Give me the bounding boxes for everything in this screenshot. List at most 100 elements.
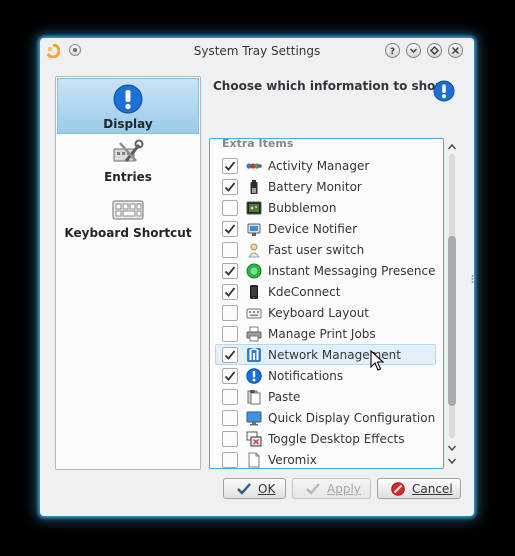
list-item[interactable]: Toggle Desktop Effects — [210, 429, 443, 450]
close-button[interactable] — [448, 43, 463, 58]
scroll-down-icon[interactable] — [447, 443, 457, 453]
maximize-button[interactable] — [427, 43, 442, 58]
checkmark-icon — [224, 182, 236, 192]
checkbox[interactable] — [222, 347, 238, 363]
list-item[interactable]: Activity Manager — [210, 156, 443, 177]
item-label: Fast user switch — [268, 243, 365, 257]
list-item[interactable]: Veromix — [210, 450, 443, 468]
presence-icon — [246, 263, 262, 279]
sidebar-item-display[interactable]: Display — [57, 78, 199, 134]
checkbox[interactable] — [222, 284, 238, 300]
checkbox[interactable] — [222, 452, 238, 468]
display-icon — [246, 411, 262, 426]
list-item[interactable]: Device Notifier — [210, 219, 443, 240]
checkbox[interactable] — [222, 410, 238, 426]
item-label: Device Notifier — [268, 222, 358, 236]
settings-dialog: System Tray Settings ? Display Entries K… — [40, 38, 474, 516]
list-item[interactable]: Network Management — [215, 344, 436, 365]
checkmark-icon — [224, 371, 236, 381]
scroll-down-icon[interactable] — [447, 456, 457, 466]
checkbox[interactable] — [222, 431, 238, 447]
list-item[interactable]: Instant Messaging Presence — [210, 261, 443, 282]
checkmark-icon — [224, 266, 236, 276]
help-icon: ? — [390, 47, 395, 55]
item-label: Bubblemon — [268, 201, 337, 215]
network-icon — [247, 348, 261, 362]
page-header: Choose which information to show — [213, 79, 447, 93]
sidebar-item-entries[interactable]: Entries — [57, 139, 199, 191]
phone-icon — [250, 285, 258, 299]
scroll-up-icon[interactable] — [447, 142, 457, 152]
device-notifier-icon — [247, 223, 261, 236]
checkbox[interactable] — [222, 263, 238, 279]
item-label: KdeConnect — [268, 285, 341, 299]
mouse-cursor-icon — [370, 350, 384, 371]
user-switch-icon — [248, 243, 260, 258]
ok-button[interactable]: OK — [223, 478, 286, 499]
list-item[interactable]: Fast user switch — [210, 240, 443, 261]
checkbox[interactable] — [222, 389, 238, 405]
checkbox[interactable] — [222, 179, 238, 195]
item-label: Quick Display Configuration — [268, 411, 436, 425]
checkmark-icon — [224, 287, 236, 297]
minimize-button[interactable] — [406, 43, 421, 58]
sidebar-item-label: Display — [103, 117, 153, 131]
item-label: Paste — [268, 390, 301, 404]
sidebar-item-keyboard-shortcut[interactable]: Keyboard Shortcut — [57, 197, 199, 251]
list-item[interactable]: Battery Monitor — [210, 177, 443, 198]
entries-list[interactable]: Extra Items Activity Manager Battery Mon… — [209, 138, 444, 469]
checkbox[interactable] — [222, 200, 238, 216]
checkbox[interactable] — [222, 368, 238, 384]
list-scrollbar[interactable] — [445, 138, 459, 469]
resize-grip-icon[interactable] — [471, 274, 474, 284]
sidebar-item-label: Entries — [104, 170, 152, 184]
help-button[interactable]: ? — [385, 43, 400, 58]
list-item[interactable]: Paste — [210, 387, 443, 408]
list-item[interactable]: KdeConnect — [210, 282, 443, 303]
list-item[interactable]: Bubblemon — [210, 198, 443, 219]
group-label: Extra Items — [222, 138, 294, 150]
item-label: Manage Print Jobs — [268, 327, 376, 341]
list-item[interactable]: Notifications — [210, 366, 443, 387]
item-label: Notifications — [268, 369, 344, 383]
battery-icon — [250, 180, 258, 194]
veromix-icon — [248, 452, 260, 468]
list-item[interactable]: Manage Print Jobs — [210, 324, 443, 345]
apply-button[interactable]: Apply — [292, 478, 371, 499]
checkmark-icon — [224, 161, 236, 171]
cancel-button[interactable]: Cancel — [377, 478, 461, 499]
ok-icon — [237, 483, 251, 495]
title-bar[interactable]: System Tray Settings ? — [40, 38, 474, 64]
tools-icon — [113, 139, 144, 162]
keyboard-layout-icon — [246, 308, 262, 319]
list-item[interactable]: Quick Display Configuration — [210, 408, 443, 429]
apply-label: Apply — [327, 482, 361, 496]
checkbox[interactable] — [222, 326, 238, 342]
checkmark-icon — [224, 224, 236, 234]
bubblemon-icon — [246, 201, 262, 215]
checkmark-icon — [224, 350, 236, 360]
svg-text:?: ? — [390, 47, 395, 55]
list-item[interactable]: Keyboard Layout — [210, 303, 443, 324]
item-label: Veromix — [268, 453, 317, 467]
close-icon — [451, 46, 460, 55]
checkbox[interactable] — [222, 158, 238, 174]
info-icon — [113, 84, 143, 114]
checkbox[interactable] — [222, 242, 238, 258]
checkbox[interactable] — [222, 305, 238, 321]
item-label: Keyboard Layout — [268, 306, 370, 320]
notifications-icon — [246, 368, 262, 384]
cancel-label: Cancel — [412, 482, 453, 496]
item-label: Toggle Desktop Effects — [268, 432, 405, 446]
cancel-icon — [391, 482, 405, 496]
printer-icon — [246, 326, 262, 342]
keyboard-icon — [112, 200, 144, 220]
maximize-icon — [430, 46, 439, 55]
checkbox[interactable] — [222, 221, 238, 237]
item-label: Battery Monitor — [268, 180, 362, 194]
desktop-effects-icon — [246, 431, 262, 447]
sidebar-item-label: Keyboard Shortcut — [64, 226, 192, 240]
info-icon — [433, 80, 455, 102]
scroll-thumb[interactable] — [448, 236, 456, 406]
page-list: Display Entries Keyboard Shortcut — [55, 76, 201, 470]
